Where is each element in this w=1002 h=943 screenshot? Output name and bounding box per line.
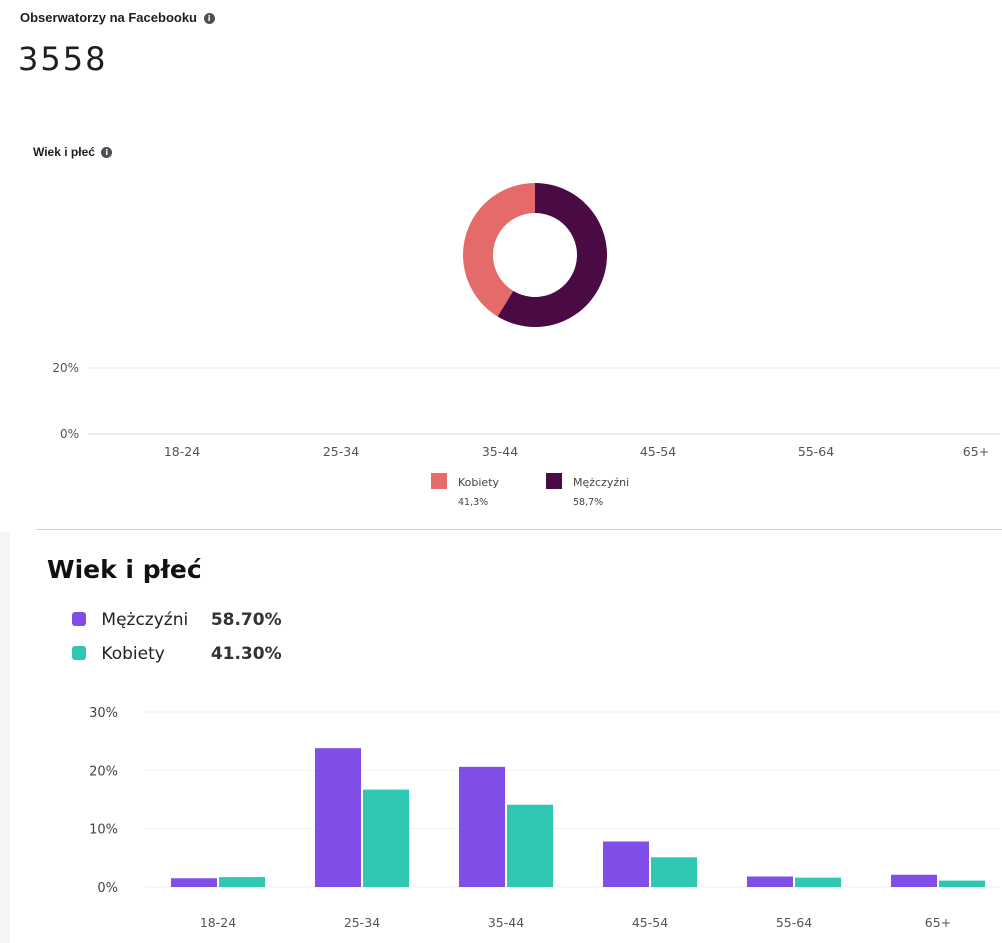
bar-women-65+[interactable]: [939, 880, 985, 887]
bar-men-65+[interactable]: [891, 874, 937, 887]
bar-men-55-64[interactable]: [747, 876, 793, 888]
info-icon[interactable]: i: [101, 147, 113, 158]
gender-donut-chart: [462, 183, 607, 327]
legend-label: Mężczyźni: [573, 476, 629, 489]
age-gender-bar-chart-top: 20% 0% 18-24 25-34 35-44 45-54 55-64 65+ Kobiety…: [52, 361, 1000, 508]
y-tick-label: 0%: [60, 427, 79, 441]
age-gender-title-bottom: Wiek i płeć: [47, 555, 202, 584]
x-tick-label: 18-24: [200, 915, 236, 930]
legend-swatch: [546, 473, 562, 489]
x-tick-label: 35-44: [488, 915, 524, 930]
age-gender-bar-chart-bottom: 30% 20% 10% 0% 18-24 25-34 35-44 45-54 55-64 65+: [89, 706, 1000, 930]
x-tick-label: 45-54: [640, 444, 676, 459]
section-divider: [36, 529, 1002, 530]
legend-value: 58,7%: [573, 497, 603, 508]
legend-swatch-men: [72, 612, 86, 626]
info-icon[interactable]: i: [203, 13, 215, 24]
bar-women-55-64[interactable]: [795, 877, 841, 887]
age-gender-title-top: Wiek i płeć i: [33, 145, 113, 159]
y-tick-label: 20%: [89, 764, 118, 779]
x-tick-label: 65+: [925, 915, 951, 930]
bar-men-45-54[interactable]: [603, 841, 649, 888]
bar-men-35-44[interactable]: [459, 766, 505, 887]
x-tick-label: 65+: [963, 444, 989, 459]
followers-title-label: Obserwatorzy na Facebooku: [20, 10, 197, 25]
y-tick-label: 0%: [97, 881, 118, 896]
bar-women-25-34[interactable]: [363, 789, 409, 887]
x-tick-label: 35-44: [482, 444, 518, 459]
x-tick-label: 18-24: [164, 444, 200, 459]
legend-swatch-women: [72, 646, 86, 660]
x-tick-label: 25-34: [323, 444, 359, 459]
bar-women-18-24[interactable]: [219, 877, 265, 887]
legend-label-men: Mężczyźni: [101, 610, 189, 630]
legend-value: 41,3%: [458, 497, 488, 508]
bar-men-25-34[interactable]: [315, 748, 361, 887]
legend-label-women: Kobiety: [101, 644, 165, 664]
x-tick-label: 55-64: [798, 444, 834, 459]
bar-women-35-44[interactable]: [507, 804, 553, 887]
x-tick-label: 25-34: [344, 915, 380, 930]
followers-count: 3558: [18, 40, 108, 78]
x-tick-label: 55-64: [776, 915, 812, 930]
legend-label: Kobiety: [458, 476, 500, 489]
legend-swatch: [431, 473, 447, 489]
y-tick-label: 10%: [89, 823, 118, 838]
bar-men-18-24[interactable]: [171, 878, 217, 887]
age-gender-title-top-label: Wiek i płeć: [33, 145, 95, 159]
legend-value-men: 58.70%: [210, 610, 282, 630]
followers-title: Obserwatorzy na Facebooku i: [20, 10, 215, 25]
y-tick-label: 30%: [89, 706, 118, 721]
x-tick-label: 45-54: [632, 915, 668, 930]
y-tick-label: 20%: [52, 361, 79, 375]
bar-women-45-54[interactable]: [651, 857, 697, 887]
legend-item-women[interactable]: Kobiety 41.30%: [72, 644, 282, 664]
legend-item-men[interactable]: Mężczyźni 58.70%: [72, 610, 282, 630]
legend-value-women: 41.30%: [210, 644, 282, 664]
